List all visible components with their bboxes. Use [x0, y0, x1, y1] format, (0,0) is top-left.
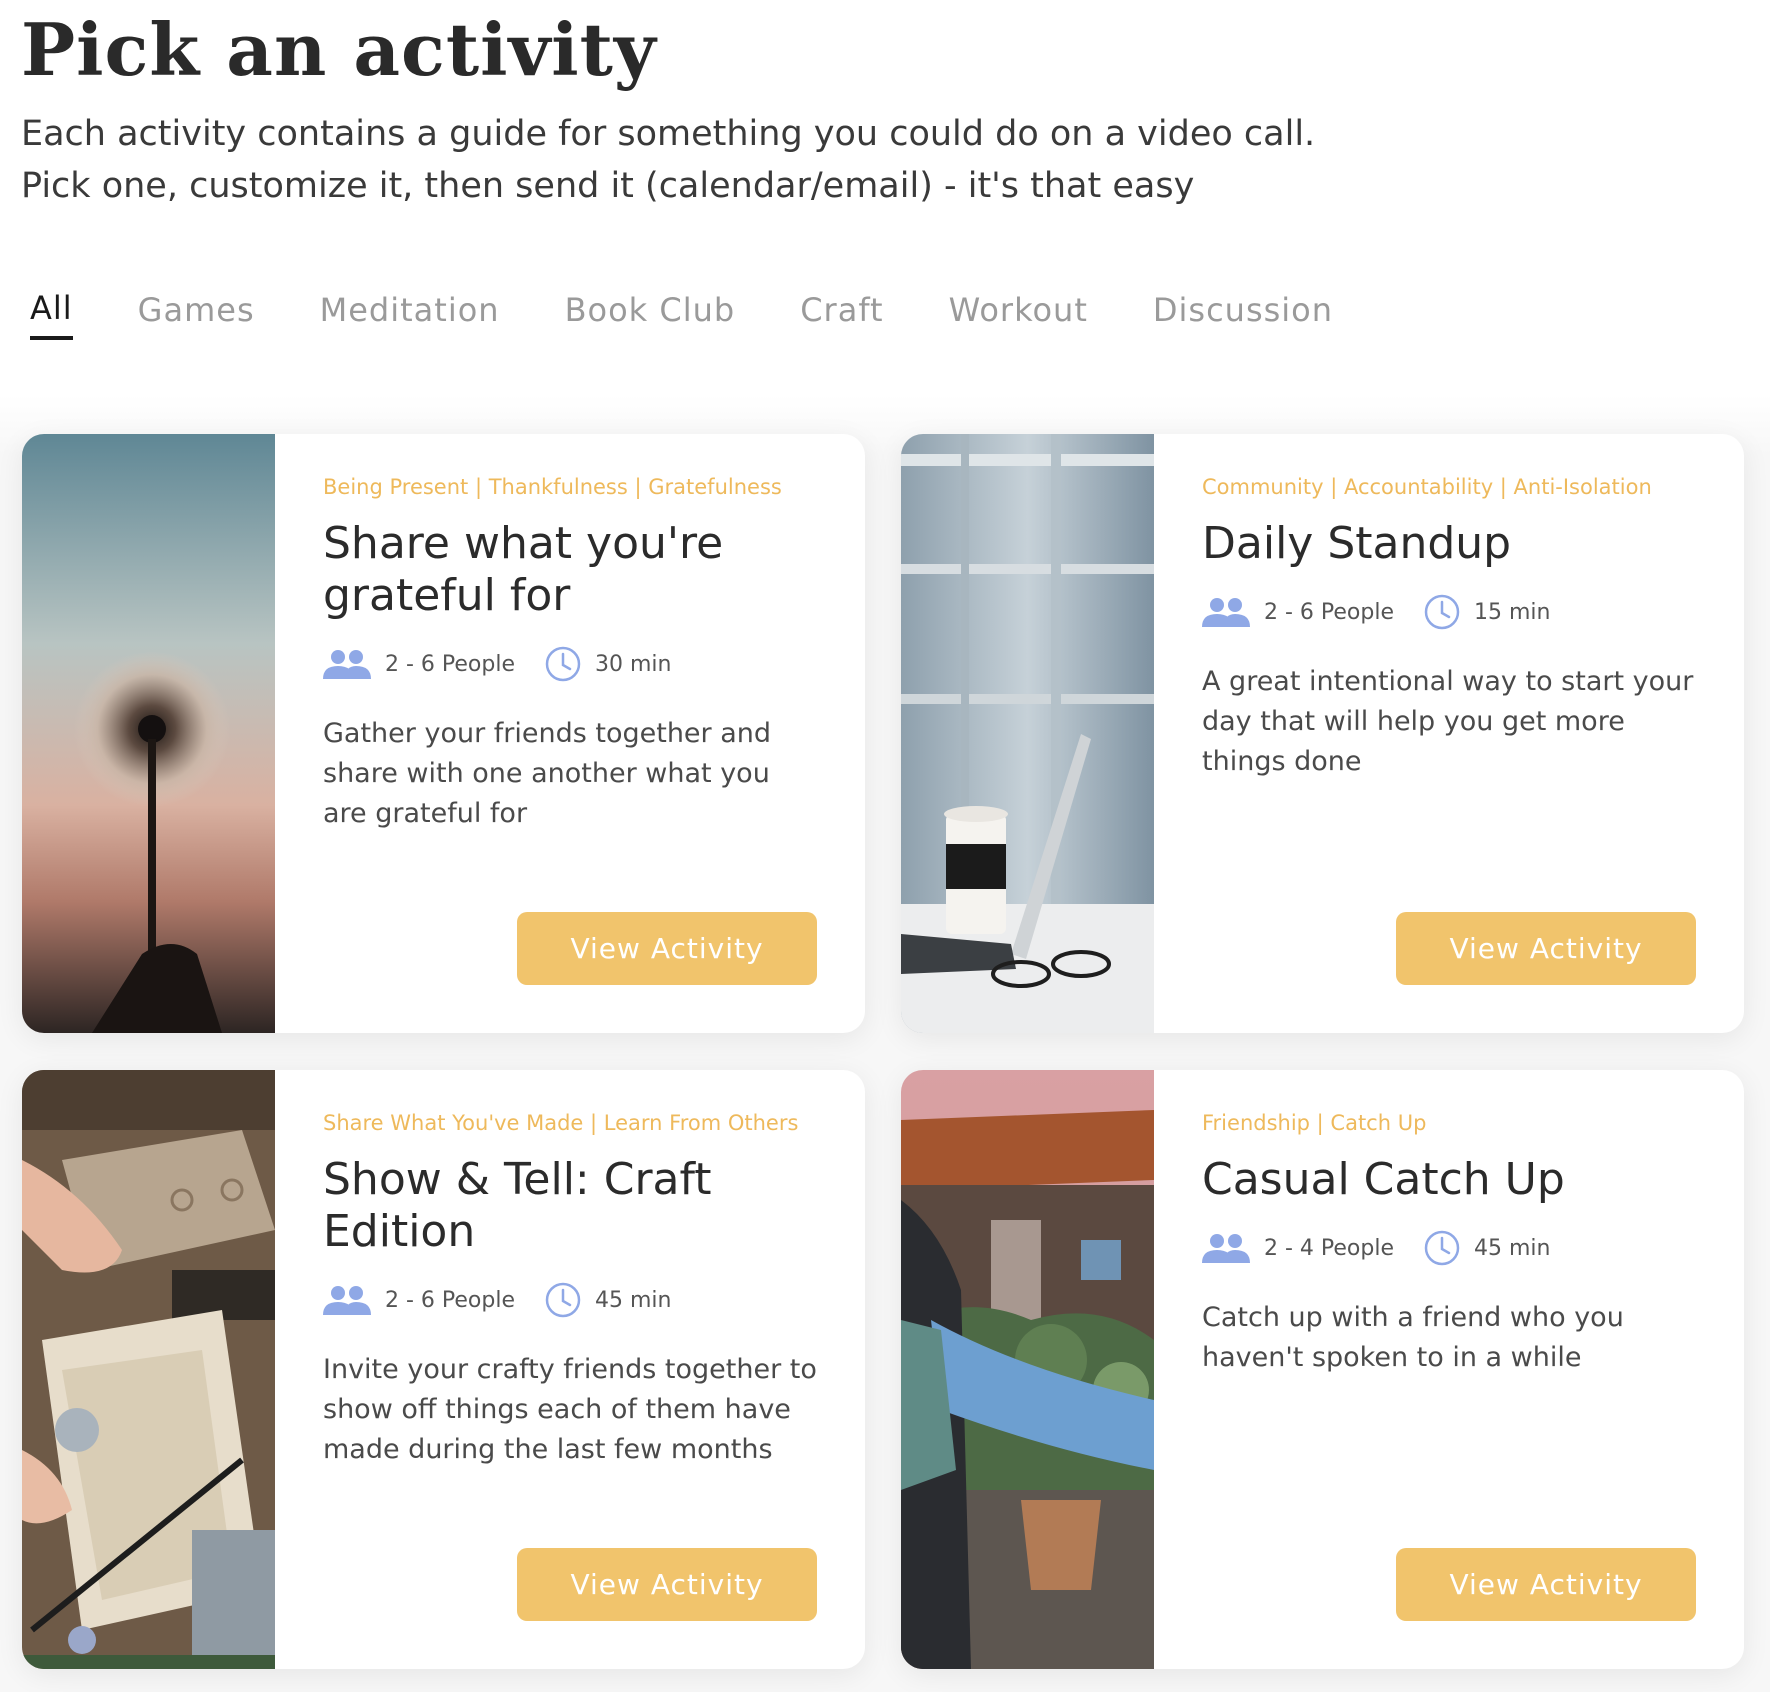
people-count: 2 - 6 People: [385, 1287, 516, 1313]
card-body: Friendship | Catch Up Casual Catch Up 2 …: [1202, 1108, 1696, 1378]
card-description: A great intentional way to start your da…: [1202, 666, 1694, 777]
duration: 45 min: [1474, 1235, 1551, 1261]
people-icon: [323, 650, 371, 679]
clock-icon: [1424, 594, 1460, 630]
card-tags: Community | Accountability | Anti-Isolat…: [1202, 475, 1652, 499]
page-intro: Each activity contains a guide for somet…: [21, 108, 1315, 212]
intro-line-2: Pick one, customize it, then send it (ca…: [21, 166, 1195, 206]
card-title: Daily Standup: [1202, 518, 1512, 569]
card-body: Community | Accountability | Anti-Isolat…: [1202, 472, 1696, 782]
card-tags: Being Present | Thankfulness | Gratefuln…: [323, 475, 782, 499]
card-meta: 2 - 6 People 15 min: [1202, 592, 1696, 632]
card-title: Show & Tell: Craft Edition: [323, 1154, 712, 1257]
card-body: Share What You've Made | Learn From Othe…: [323, 1108, 817, 1470]
clock-icon: [545, 1282, 581, 1318]
duration: 45 min: [595, 1287, 672, 1313]
tab-book-club[interactable]: Book Club: [565, 280, 736, 340]
tab-meditation[interactable]: Meditation: [320, 280, 500, 340]
activity-grid: Being Present | Thankfulness | Gratefuln…: [0, 395, 1770, 1692]
card-title: Casual Catch Up: [1202, 1154, 1565, 1205]
activity-card: Community | Accountability | Anti-Isolat…: [901, 434, 1744, 1033]
tab-games[interactable]: Games: [138, 280, 255, 340]
clock-icon: [1424, 1230, 1460, 1266]
activity-card: Being Present | Thankfulness | Gratefuln…: [22, 434, 865, 1033]
tab-workout[interactable]: Workout: [949, 280, 1088, 340]
card-body: Being Present | Thankfulness | Gratefuln…: [323, 472, 817, 834]
people-count: 2 - 6 People: [385, 651, 516, 677]
tab-discussion[interactable]: Discussion: [1153, 280, 1333, 340]
view-activity-button[interactable]: View Activity: [517, 912, 817, 985]
friends-outdoors-photo: [901, 1070, 1154, 1669]
card-tags: Share What You've Made | Learn From Othe…: [323, 1111, 799, 1135]
category-tabs: All Games Meditation Book Club Craft Wor…: [30, 280, 1333, 340]
view-activity-button[interactable]: View Activity: [517, 1548, 817, 1621]
clock-icon: [545, 646, 581, 682]
tab-craft[interactable]: Craft: [800, 280, 883, 340]
duration: 30 min: [595, 651, 672, 677]
laptop-coffee-photo: [901, 434, 1154, 1033]
dandelion-photo: [22, 434, 275, 1033]
people-count: 2 - 6 People: [1264, 599, 1395, 625]
activity-card: Friendship | Catch Up Casual Catch Up 2 …: [901, 1070, 1744, 1669]
card-description: Gather your friends together and share w…: [323, 718, 772, 829]
intro-line-1: Each activity contains a guide for somet…: [21, 114, 1316, 154]
card-description: Invite your crafty friends together to s…: [323, 1354, 817, 1465]
tab-all[interactable]: All: [30, 280, 73, 340]
people-count: 2 - 4 People: [1264, 1235, 1395, 1261]
people-icon: [1202, 598, 1250, 627]
page-title: Pick an activity: [21, 7, 657, 92]
view-activity-button[interactable]: View Activity: [1396, 1548, 1696, 1621]
view-activity-button[interactable]: View Activity: [1396, 912, 1696, 985]
activity-card: Share What You've Made | Learn From Othe…: [22, 1070, 865, 1669]
people-icon: [323, 1286, 371, 1315]
card-meta: 2 - 4 People 45 min: [1202, 1228, 1696, 1268]
card-title: Share what you're grateful for: [323, 518, 724, 621]
card-meta: 2 - 6 People 30 min: [323, 644, 817, 684]
craft-desk-photo: [22, 1070, 275, 1669]
people-icon: [1202, 1234, 1250, 1263]
card-tags: Friendship | Catch Up: [1202, 1111, 1427, 1135]
card-description: Catch up with a friend who you haven't s…: [1202, 1302, 1624, 1373]
card-meta: 2 - 6 People 45 min: [323, 1280, 817, 1320]
duration: 15 min: [1474, 599, 1551, 625]
